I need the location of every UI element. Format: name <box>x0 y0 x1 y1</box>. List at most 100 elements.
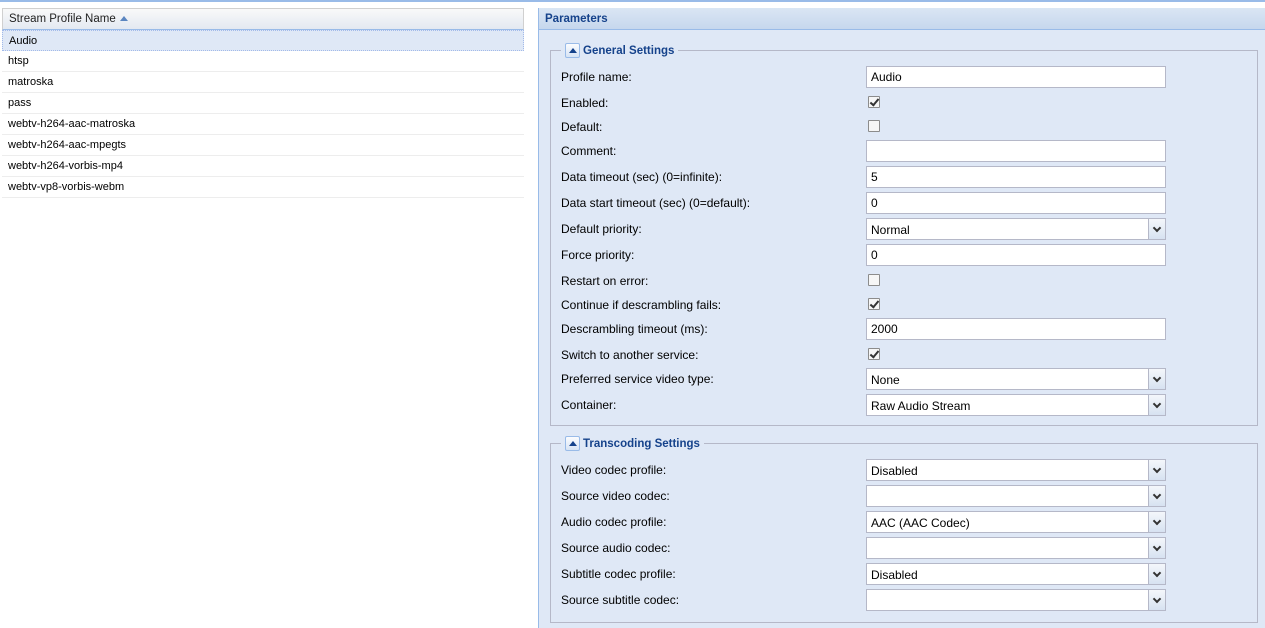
row-subtitle-codec-profile: Subtitle codec profile: Disabled <box>561 563 1251 587</box>
descrambling-timeout-input[interactable] <box>866 318 1166 340</box>
grid-row-audio[interactable]: Audio <box>2 30 524 51</box>
source-audio-codec-select[interactable] <box>866 537 1166 559</box>
chevron-down-icon <box>1152 568 1162 577</box>
chevron-down-icon <box>1152 464 1162 473</box>
dropdown-trigger[interactable] <box>1148 538 1165 558</box>
container-value: Raw Audio Stream <box>871 399 971 413</box>
grid-row-webtv-h264-aac-matroska[interactable]: webtv-h264-aac-matroska <box>2 114 524 135</box>
default-priority-value: Normal <box>871 223 910 237</box>
grid-row-webtv-h264-vorbis-mp4[interactable]: webtv-h264-vorbis-mp4 <box>2 156 524 177</box>
chevron-down-icon <box>1152 399 1162 408</box>
transcoding-settings-fieldset: Transcoding Settings Video codec profile… <box>550 436 1258 623</box>
chevron-down-icon <box>1152 223 1162 232</box>
dropdown-trigger[interactable] <box>1148 219 1165 239</box>
row-profile-name: Profile name: <box>561 66 1251 90</box>
chevron-down-icon <box>1152 542 1162 551</box>
collapse-up-icon <box>568 441 577 446</box>
data-start-timeout-label: Data start timeout (sec) (0=default): <box>561 196 751 210</box>
continue-descrambling-label: Continue if descrambling fails: <box>561 298 722 312</box>
restart-on-error-checkbox[interactable] <box>868 274 880 286</box>
panel-title: Parameters <box>545 12 608 25</box>
switch-service-checkbox[interactable] <box>868 348 880 360</box>
general-settings-title: General Settings <box>583 44 675 57</box>
subtitle-codec-profile-value: Disabled <box>871 568 918 582</box>
default-priority-select[interactable]: Normal <box>866 218 1166 240</box>
row-descrambling-timeout: Descrambling timeout (ms): <box>561 318 1251 342</box>
row-source-video-codec: Source video codec: <box>561 485 1251 509</box>
grid-row-pass[interactable]: pass <box>2 93 524 114</box>
dropdown-trigger[interactable] <box>1148 590 1165 610</box>
chevron-down-icon <box>1152 516 1162 525</box>
data-timeout-input[interactable] <box>866 166 1166 188</box>
dropdown-trigger[interactable] <box>1148 395 1165 415</box>
audio-codec-profile-label: Audio codec profile: <box>561 515 667 529</box>
dropdown-trigger[interactable] <box>1148 486 1165 506</box>
comment-input[interactable] <box>866 140 1166 162</box>
chevron-down-icon <box>1152 490 1162 499</box>
comment-label: Comment: <box>561 144 617 158</box>
dropdown-trigger[interactable] <box>1148 369 1165 389</box>
switch-service-label: Switch to another service: <box>561 348 699 362</box>
stream-profile-grid: Stream Profile Name Audio htsp matroska … <box>2 8 524 628</box>
row-source-audio-codec: Source audio codec: <box>561 537 1251 561</box>
preferred-video-type-select[interactable]: None <box>866 368 1166 390</box>
enabled-checkbox[interactable] <box>868 96 880 108</box>
force-priority-input[interactable] <box>866 244 1166 266</box>
column-header-stream-profile-name[interactable]: Stream Profile Name <box>2 8 524 30</box>
dropdown-trigger[interactable] <box>1148 564 1165 584</box>
row-restart-on-error: Restart on error: <box>561 270 1251 294</box>
dropdown-trigger[interactable] <box>1148 460 1165 480</box>
preferred-video-type-value: None <box>871 373 900 387</box>
video-codec-profile-label: Video codec profile: <box>561 463 667 477</box>
descrambling-timeout-label: Descrambling timeout (ms): <box>561 322 708 336</box>
row-preferred-video-type: Preferred service video type: None <box>561 368 1251 392</box>
source-audio-codec-label: Source audio codec: <box>561 541 671 555</box>
grid-row-matroska[interactable]: matroska <box>2 72 524 93</box>
transcoding-settings-legend: Transcoding Settings <box>561 436 704 451</box>
parameters-panel: Parameters General Settings Profile name… <box>539 8 1265 628</box>
row-default-priority: Default priority: Normal <box>561 218 1251 242</box>
row-switch-service: Switch to another service: <box>561 344 1251 368</box>
row-audio-codec-profile: Audio codec profile: AAC (AAC Codec) <box>561 511 1251 535</box>
force-priority-label: Force priority: <box>561 248 635 262</box>
collapse-transcoding-button[interactable] <box>565 436 580 451</box>
profile-name-input[interactable] <box>866 66 1166 88</box>
row-continue-descrambling: Continue if descrambling fails: <box>561 294 1251 318</box>
enabled-label: Enabled: <box>561 96 609 110</box>
row-comment: Comment: <box>561 140 1251 164</box>
continue-descrambling-checkbox[interactable] <box>868 298 880 310</box>
subtitle-codec-profile-label: Subtitle codec profile: <box>561 567 676 581</box>
source-subtitle-codec-label: Source subtitle codec: <box>561 593 680 607</box>
dropdown-trigger[interactable] <box>1148 512 1165 532</box>
preferred-video-type-label: Preferred service video type: <box>561 372 714 386</box>
grid-row-webtv-h264-aac-mpegts[interactable]: webtv-h264-aac-mpegts <box>2 135 524 156</box>
video-codec-profile-select[interactable]: Disabled <box>866 459 1166 481</box>
top-border <box>0 0 1265 2</box>
container-select[interactable]: Raw Audio Stream <box>866 394 1166 416</box>
source-subtitle-codec-select[interactable] <box>866 589 1166 611</box>
row-enabled: Enabled: <box>561 92 1251 116</box>
general-settings-fieldset: General Settings Profile name: Enabled: … <box>550 43 1258 426</box>
restart-on-error-label: Restart on error: <box>561 274 649 288</box>
container-label: Container: <box>561 398 617 412</box>
general-settings-legend: General Settings <box>561 43 679 58</box>
data-timeout-label: Data timeout (sec) (0=infinite): <box>561 170 723 184</box>
subtitle-codec-profile-select[interactable]: Disabled <box>866 563 1166 585</box>
row-data-start-timeout: Data start timeout (sec) (0=default): <box>561 192 1251 216</box>
chevron-down-icon <box>1152 594 1162 603</box>
video-codec-profile-value: Disabled <box>871 464 918 478</box>
row-data-timeout: Data timeout (sec) (0=infinite): <box>561 166 1251 190</box>
default-label: Default: <box>561 120 603 134</box>
default-priority-label: Default priority: <box>561 222 642 236</box>
data-start-timeout-input[interactable] <box>866 192 1166 214</box>
grid-row-htsp[interactable]: htsp <box>2 51 524 72</box>
audio-codec-profile-select[interactable]: AAC (AAC Codec) <box>866 511 1166 533</box>
source-video-codec-select[interactable] <box>866 485 1166 507</box>
parameters-panel-header: Parameters <box>539 8 1265 30</box>
collapse-general-button[interactable] <box>565 43 580 58</box>
row-video-codec-profile: Video codec profile: Disabled <box>561 459 1251 483</box>
default-checkbox[interactable] <box>868 120 880 132</box>
audio-codec-profile-value: AAC (AAC Codec) <box>871 516 970 530</box>
grid-row-webtv-vp8-vorbis-webm[interactable]: webtv-vp8-vorbis-webm <box>2 177 524 198</box>
row-source-subtitle-codec: Source subtitle codec: <box>561 589 1251 613</box>
